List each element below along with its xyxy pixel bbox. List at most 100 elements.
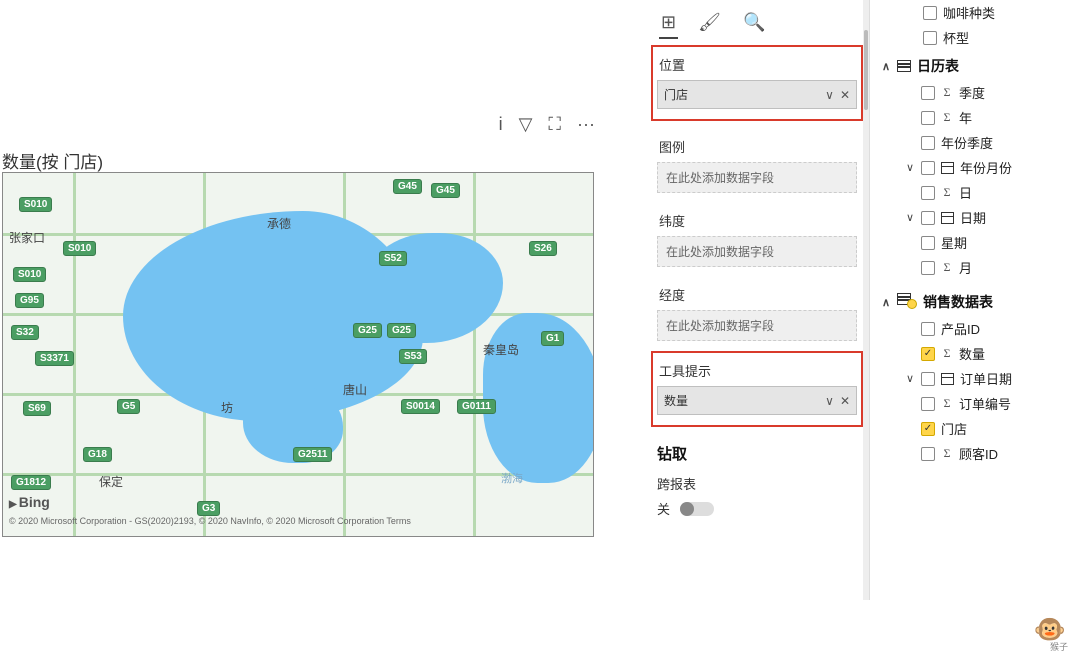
- expand-caret[interactable]: ∨: [905, 372, 915, 385]
- checkbox[interactable]: [921, 186, 935, 200]
- sigma-icon: Σ: [941, 260, 953, 275]
- checkbox[interactable]: [921, 161, 935, 175]
- field-row[interactable]: Σ数量: [875, 341, 1080, 366]
- calendar-icon: [941, 212, 954, 224]
- field-label: 星期: [941, 233, 967, 252]
- field-row[interactable]: ∨ 日期: [875, 205, 1080, 230]
- field-label: 咖啡种类: [943, 3, 995, 22]
- checkbox[interactable]: [921, 372, 935, 386]
- table-icon: [897, 60, 911, 72]
- field-label: 年份月份: [960, 158, 1012, 177]
- road-badge: G1812: [11, 475, 51, 490]
- table-name: 销售数据表: [923, 292, 993, 312]
- checkbox[interactable]: [921, 322, 935, 336]
- tab-fields-icon[interactable]: ⊞: [659, 8, 678, 39]
- well-label-longitude: 经度: [657, 279, 857, 308]
- map-canvas[interactable]: S010 S010 G95 S32 S3371 S69 G5 G18 G1812…: [2, 172, 594, 537]
- table-header-sales[interactable]: ∧ 销售数据表: [875, 286, 1080, 316]
- field-row[interactable]: Σ顾客ID: [875, 441, 1080, 466]
- field-label: 季度: [959, 83, 985, 102]
- tab-analytics-icon[interactable]: 🔍: [741, 8, 767, 39]
- field-row[interactable]: 星期: [875, 230, 1080, 255]
- field-row[interactable]: ∨ 年份月份: [875, 155, 1080, 180]
- field-row[interactable]: 门店: [875, 416, 1080, 441]
- field-chip-location[interactable]: 门店 ∨ ✕: [657, 80, 857, 109]
- remove-field-icon[interactable]: ✕: [840, 88, 850, 102]
- field-row[interactable]: Σ季度: [875, 80, 1080, 105]
- field-label: 年: [959, 108, 972, 127]
- road-badge: G2511: [293, 447, 332, 462]
- expand-caret[interactable]: ∨: [905, 211, 915, 224]
- cross-report-label: 跨报表: [645, 468, 869, 495]
- city-label: 承德: [267, 215, 291, 232]
- field-label: 日期: [960, 208, 986, 227]
- sea-label: 渤海: [501, 470, 523, 486]
- road-badge: S53: [399, 349, 427, 364]
- field-row[interactable]: ∨ 订单日期: [875, 366, 1080, 391]
- field-row[interactable]: Σ月: [875, 255, 1080, 280]
- tab-format-icon[interactable]: 🖌: [696, 8, 723, 39]
- checkbox[interactable]: [921, 397, 935, 411]
- field-well-legend[interactable]: 在此处添加数据字段: [657, 162, 857, 193]
- checkbox[interactable]: [921, 111, 935, 125]
- field-row[interactable]: 杯型: [875, 25, 1080, 50]
- field-label: 杯型: [943, 28, 969, 47]
- field-label: 日: [959, 183, 972, 202]
- expand-caret[interactable]: ∨: [905, 161, 915, 174]
- expand-caret[interactable]: ∧: [881, 60, 891, 73]
- calendar-icon: [941, 162, 954, 174]
- road-badge: S69: [23, 401, 51, 416]
- checkbox[interactable]: [923, 6, 937, 20]
- field-label: 订单日期: [960, 369, 1012, 388]
- expand-caret[interactable]: ∧: [881, 296, 891, 309]
- field-well-latitude[interactable]: 在此处添加数据字段: [657, 236, 857, 267]
- field-label: 顾客ID: [959, 444, 998, 463]
- city-label: 秦皇岛: [483, 341, 519, 358]
- chevron-down-icon[interactable]: ∨: [825, 394, 834, 408]
- table-header-calendar[interactable]: ∧ 日历表: [875, 50, 1080, 80]
- checkbox[interactable]: [921, 86, 935, 100]
- checkbox[interactable]: [921, 447, 935, 461]
- road-badge: G1: [541, 331, 564, 346]
- cross-report-toggle[interactable]: 关: [645, 495, 726, 522]
- sigma-icon: Σ: [941, 185, 953, 200]
- field-row[interactable]: 年份季度: [875, 130, 1080, 155]
- visualizations-pane: ⊞ 🖌 🔍 位置 门店 ∨ ✕ 图例 在此处添加数据字段 纬度 在此处添加数据字…: [645, 0, 870, 600]
- checkbox[interactable]: [921, 236, 935, 250]
- toggle-track: [680, 502, 714, 516]
- road-badge: G0111: [457, 399, 496, 414]
- checkbox[interactable]: [921, 261, 935, 275]
- visual-title: 数量(按 门店): [2, 148, 103, 173]
- focus-mode-icon[interactable]: ⛶: [544, 112, 565, 137]
- info-icon[interactable]: i: [495, 112, 507, 137]
- scrollbar[interactable]: [863, 0, 869, 600]
- checkbox[interactable]: [923, 31, 937, 45]
- checkbox[interactable]: [921, 347, 935, 361]
- field-row[interactable]: 产品ID: [875, 316, 1080, 341]
- field-label: 门店: [941, 419, 967, 438]
- filter-icon[interactable]: ▽: [515, 112, 537, 137]
- map-credits: © 2020 Microsoft Corporation - GS(2020)2…: [9, 516, 411, 526]
- road-badge: G25: [353, 323, 382, 338]
- road-badge: S010: [13, 267, 46, 282]
- more-options-icon[interactable]: ···: [573, 112, 599, 137]
- chevron-down-icon[interactable]: ∨: [825, 88, 834, 102]
- highlight-tooltip: 工具提示 数量 ∨ ✕: [651, 351, 863, 427]
- city-label: 唐山: [343, 381, 367, 398]
- viz-pane-tabs: ⊞ 🖌 🔍: [645, 0, 869, 43]
- field-row[interactable]: Σ订单编号: [875, 391, 1080, 416]
- field-well-longitude[interactable]: 在此处添加数据字段: [657, 310, 857, 341]
- remove-field-icon[interactable]: ✕: [840, 394, 850, 408]
- highlight-location: 位置 门店 ∨ ✕: [651, 45, 863, 121]
- road-badge: G45: [393, 179, 422, 194]
- checkbox[interactable]: [921, 211, 935, 225]
- road-badge: S010: [19, 197, 52, 212]
- field-row[interactable]: Σ年: [875, 105, 1080, 130]
- sigma-icon: Σ: [941, 396, 953, 411]
- field-chip-tooltip[interactable]: 数量 ∨ ✕: [657, 386, 857, 415]
- checkbox[interactable]: [921, 136, 935, 150]
- field-row[interactable]: 咖啡种类: [875, 0, 1080, 25]
- field-row[interactable]: Σ日: [875, 180, 1080, 205]
- well-label-tooltip: 工具提示: [657, 355, 857, 384]
- checkbox[interactable]: [921, 422, 935, 436]
